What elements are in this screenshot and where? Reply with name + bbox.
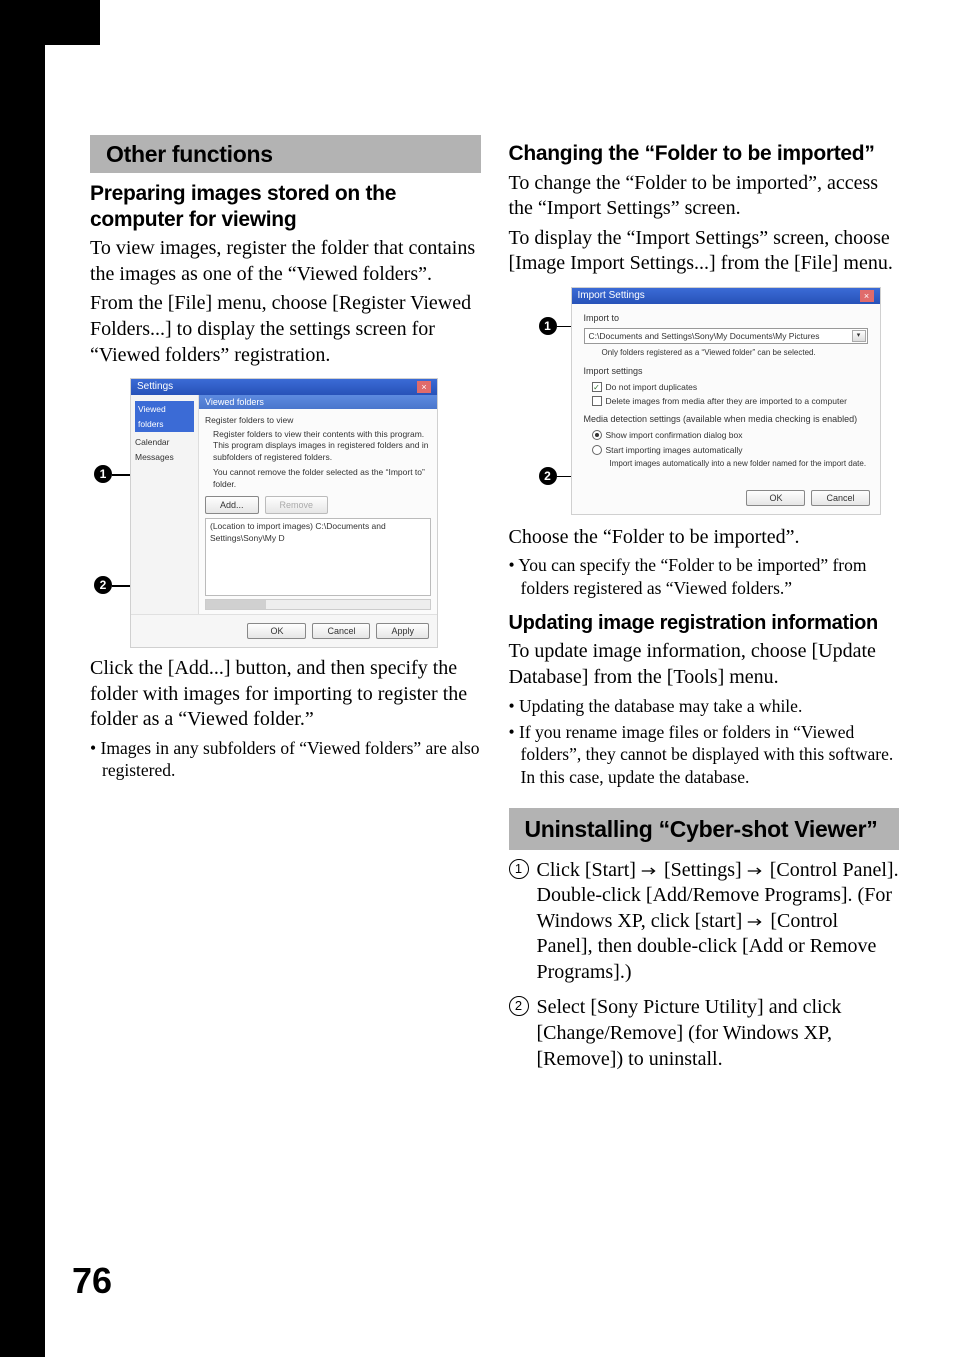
settings-screenshot-wrapper: 1 2 Settings × Viewed folders Calendar M… bbox=[90, 378, 481, 648]
callout-1: 1 bbox=[539, 317, 557, 335]
step-text: Select [Sony Picture Utility] and click … bbox=[537, 996, 842, 1069]
chevron-down-icon[interactable]: ▾ bbox=[852, 330, 866, 342]
location-text: (Location to import images) C:\Documents… bbox=[210, 521, 386, 542]
callout-2: 2 bbox=[94, 576, 112, 594]
settings-sidebar: Viewed folders Calendar Messages bbox=[131, 395, 199, 614]
ok-button[interactable]: OK bbox=[746, 490, 805, 506]
bullet-item: Updating the database may take a while. bbox=[509, 695, 900, 717]
dialog-title: Settings bbox=[137, 381, 173, 393]
bullet-item: You can specify the “Folder to be import… bbox=[509, 554, 900, 599]
step-1: 1 Click [Start] [Settings] [Control Pane… bbox=[509, 858, 900, 986]
sidebar-item-calendar[interactable]: Calendar bbox=[135, 435, 194, 449]
bullet-item: Images in any subfolders of “Viewed fold… bbox=[90, 737, 481, 782]
add-button[interactable]: Add... bbox=[205, 496, 259, 514]
group-title: Register folders to view bbox=[205, 415, 431, 426]
media-detection-label: Media detection settings (available when… bbox=[584, 413, 868, 426]
body-text: To view images, register the folder that… bbox=[90, 236, 481, 287]
arrow-right-icon bbox=[641, 865, 659, 877]
folder-list[interactable]: (Location to import images) C:\Documents… bbox=[205, 518, 431, 596]
step-text: Click [Start] bbox=[537, 859, 641, 881]
radio-label: Start importing images automatically bbox=[606, 444, 743, 456]
dialog-title: Import Settings bbox=[578, 290, 645, 302]
horizontal-scrollbar[interactable] bbox=[205, 599, 431, 610]
dialog-titlebar: Settings × bbox=[131, 379, 437, 395]
page-border-top bbox=[0, 0, 100, 45]
close-icon[interactable]: × bbox=[860, 290, 874, 302]
sidebar-item-viewed-folders[interactable]: Viewed folders bbox=[135, 401, 194, 432]
checkbox-icon: ✓ bbox=[592, 382, 602, 392]
sidebar-item-messages[interactable]: Messages bbox=[135, 450, 194, 464]
left-column: Other functions Preparing images stored … bbox=[90, 135, 481, 1082]
step-number-icon: 2 bbox=[509, 996, 529, 1016]
body-text: To change the “Folder to be imported”, a… bbox=[509, 171, 900, 222]
dialog-titlebar: Import Settings × bbox=[572, 288, 880, 304]
body-text: Click the [Add...] button, and then spec… bbox=[90, 656, 481, 733]
import-settings-dialog: Import Settings × Import to C:\Documents… bbox=[571, 287, 881, 515]
panel-header: Viewed folders bbox=[199, 395, 437, 409]
import-to-dropdown[interactable]: C:\Documents and Settings\Sony\My Docume… bbox=[584, 328, 868, 344]
subheading-preparing: Preparing images stored on the computer … bbox=[90, 181, 481, 232]
dialog-footer: OK Cancel Apply bbox=[131, 614, 437, 647]
radio-icon bbox=[592, 445, 602, 455]
body-text: Choose the “Folder to be imported”. bbox=[509, 525, 900, 551]
import-to-label: Import to bbox=[584, 312, 868, 325]
step-number-icon: 1 bbox=[509, 859, 529, 879]
radio-icon bbox=[592, 430, 602, 440]
step-2: 2 Select [Sony Picture Utility] and clic… bbox=[509, 995, 900, 1072]
right-column: Changing the “Folder to be imported” To … bbox=[509, 135, 900, 1082]
checkbox-delete-after-import[interactable]: Delete images from media after they are … bbox=[592, 395, 868, 407]
arrow-right-icon bbox=[747, 865, 765, 877]
checkbox-label: Delete images from media after they are … bbox=[606, 395, 847, 407]
arrow-right-icon bbox=[747, 916, 765, 928]
page-border-left bbox=[0, 0, 45, 1357]
body-text: To update image information, choose [Upd… bbox=[509, 639, 900, 690]
import-path: C:\Documents and Settings\Sony\My Docume… bbox=[589, 330, 820, 342]
radio-note: Import images automatically into a new f… bbox=[610, 458, 868, 470]
desc-text: You cannot remove the folder selected as… bbox=[213, 467, 431, 490]
radio-label: Show import confirmation dialog box bbox=[606, 429, 743, 441]
radio-auto-import[interactable]: Start importing images automatically bbox=[592, 444, 868, 456]
radio-show-dialog[interactable]: Show import confirmation dialog box bbox=[592, 429, 868, 441]
desc-text: This program displays images in register… bbox=[213, 440, 431, 463]
cancel-button[interactable]: Cancel bbox=[811, 490, 869, 506]
body-text: To display the “Import Settings” screen,… bbox=[509, 226, 900, 277]
import-settings-screenshot-wrapper: 1 2 Import Settings × Import to C:\Docum… bbox=[541, 287, 881, 515]
callout-2: 2 bbox=[539, 467, 557, 485]
checkbox-no-duplicates[interactable]: ✓ Do not import duplicates bbox=[592, 381, 868, 393]
page-number: 76 bbox=[72, 1260, 112, 1302]
close-icon[interactable]: × bbox=[417, 381, 431, 393]
desc-text: Register folders to view their contents … bbox=[213, 429, 431, 440]
subheading-updating: Updating image registration information bbox=[509, 611, 900, 635]
section-bar-uninstalling: Uninstalling “Cyber-shot Viewer” bbox=[509, 808, 900, 849]
cancel-button[interactable]: Cancel bbox=[312, 623, 370, 639]
section-title: Other functions bbox=[106, 141, 471, 168]
body-text: From the [File] menu, choose [Register V… bbox=[90, 291, 481, 368]
section-title: Uninstalling “Cyber-shot Viewer” bbox=[525, 816, 890, 842]
checkbox-icon bbox=[592, 396, 602, 406]
checkbox-label: Do not import duplicates bbox=[606, 381, 698, 393]
page-content: Other functions Preparing images stored … bbox=[90, 135, 899, 1082]
section-bar-other-functions: Other functions bbox=[90, 135, 481, 173]
dialog-footer: OK Cancel bbox=[572, 484, 880, 514]
callout-1: 1 bbox=[94, 465, 112, 483]
apply-button[interactable]: Apply bbox=[376, 623, 429, 639]
step-text: [Settings] bbox=[659, 859, 747, 881]
ok-button[interactable]: OK bbox=[247, 623, 306, 639]
settings-dialog: Settings × Viewed folders Calendar Messa… bbox=[130, 378, 438, 648]
bullet-item: If you rename image files or folders in … bbox=[509, 721, 900, 788]
subheading-changing-folder: Changing the “Folder to be imported” bbox=[509, 141, 900, 167]
note-text: Only folders registered as a “Viewed fol… bbox=[602, 347, 868, 359]
remove-button[interactable]: Remove bbox=[265, 496, 329, 514]
import-settings-label: Import settings bbox=[584, 365, 868, 378]
